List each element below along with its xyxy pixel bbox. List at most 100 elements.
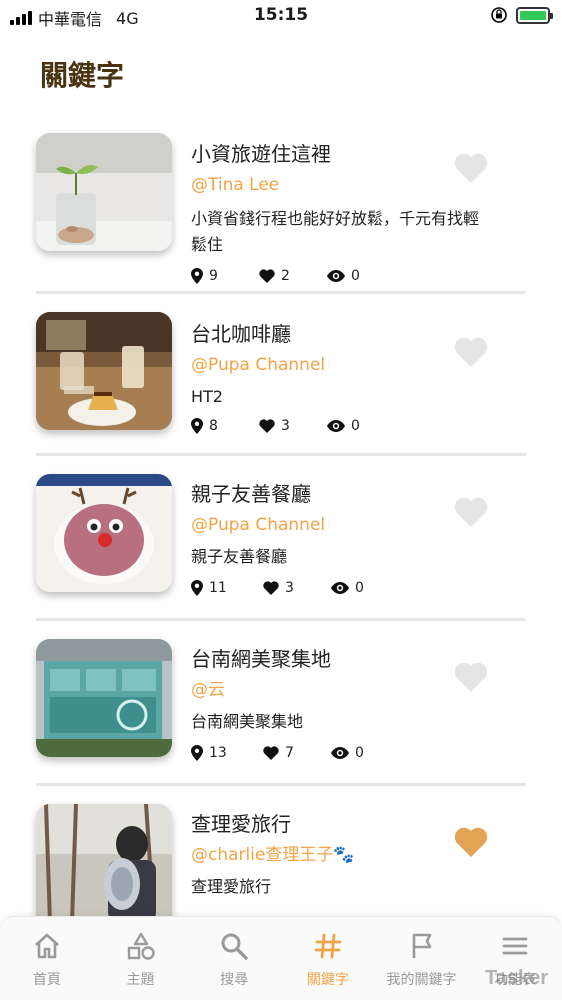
list-item[interactable]: 查理愛旅行 @charlie查理王子🐾 查理愛旅行 xyxy=(36,786,526,916)
views-count: 0 xyxy=(355,580,364,596)
bottom-tab-bar: 首頁 主題 搜尋 關鍵字 我的關鍵字 功能表 Tasker xyxy=(0,916,562,1000)
views-stat: 0 xyxy=(327,418,395,434)
list-item[interactable]: 親子友善餐廳 @Pupa Channel 親子友善餐廳 11 3 0 xyxy=(36,456,526,621)
item-info: 查理愛旅行 @charlie查理王子🐾 查理愛旅行 xyxy=(191,810,491,900)
location-pin-icon xyxy=(191,580,203,596)
page-title: 關鍵字 xyxy=(40,59,125,92)
item-stats: 9 2 0 xyxy=(191,268,491,284)
item-title[interactable]: 查理愛旅行 xyxy=(191,810,491,838)
tab-search[interactable]: 搜尋 xyxy=(187,917,281,1000)
likes-stat: 3 xyxy=(263,580,331,596)
item-title[interactable]: 親子友善餐廳 xyxy=(191,480,491,508)
item-description: 查理愛旅行 xyxy=(191,877,272,896)
views-stat: 0 xyxy=(331,745,399,761)
favorite-heart-icon[interactable] xyxy=(454,152,488,184)
location-pin-icon xyxy=(191,745,203,761)
item-description: 台南網美聚集地 xyxy=(191,712,304,731)
item-author[interactable]: @Tina Lee xyxy=(191,174,491,196)
list-item[interactable]: 台南網美聚集地 @云 台南網美聚集地 13 7 0 xyxy=(36,621,526,786)
list-item[interactable]: 台北咖啡廳 @Pupa Channel HT2 8 3 0 xyxy=(36,294,526,456)
likes-count: 3 xyxy=(281,418,290,434)
item-info: 小資旅遊住這裡 @Tina Lee 小資省錢行程也能好好放鬆，千元有找輕鬆住 9… xyxy=(191,140,491,284)
views-count: 0 xyxy=(351,268,360,284)
likes-count: 7 xyxy=(285,745,294,761)
item-author[interactable]: @Pupa Channel xyxy=(191,514,491,536)
item-stats: 13 7 0 xyxy=(191,745,491,761)
item-info: 台北咖啡廳 @Pupa Channel HT2 8 3 0 xyxy=(191,320,491,434)
views-count: 0 xyxy=(355,745,364,761)
home-icon xyxy=(34,933,59,959)
item-info: 親子友善餐廳 @Pupa Channel 親子友善餐廳 11 3 0 xyxy=(191,480,491,596)
places-count: 11 xyxy=(209,580,227,596)
list-item[interactable]: 小資旅遊住這裡 @Tina Lee 小資省錢行程也能好好放鬆，千元有找輕鬆住 9… xyxy=(36,130,526,294)
views-count: 0 xyxy=(351,418,360,434)
tab-label: 搜尋 xyxy=(220,972,249,988)
eye-icon xyxy=(327,420,345,432)
tab-label: 首頁 xyxy=(32,972,61,988)
eye-icon xyxy=(327,270,345,282)
tab-label: 我的關鍵字 xyxy=(386,972,457,988)
tab-my-keywords[interactable]: 我的關鍵字 xyxy=(375,917,469,1000)
tab-topics[interactable]: 主題 xyxy=(94,917,188,1000)
views-stat: 0 xyxy=(327,268,395,284)
likes-stat: 2 xyxy=(259,268,327,284)
places-stat: 8 xyxy=(191,418,259,434)
orientation-lock-icon xyxy=(491,7,507,23)
menu-icon xyxy=(502,937,528,955)
location-pin-icon xyxy=(191,418,203,434)
item-description: HT2 xyxy=(191,387,223,406)
likes-count: 2 xyxy=(281,268,290,284)
tab-home[interactable]: 首頁 xyxy=(0,917,94,1000)
eye-icon xyxy=(331,747,349,759)
item-stats: 8 3 0 xyxy=(191,418,491,434)
heart-icon xyxy=(263,746,279,760)
item-title[interactable]: 台南網美聚集地 xyxy=(191,645,491,673)
places-stat: 13 xyxy=(191,745,263,761)
thumbnail-image[interactable] xyxy=(36,474,172,592)
flag-icon xyxy=(412,933,431,958)
favorite-heart-icon[interactable] xyxy=(454,496,488,528)
views-stat: 0 xyxy=(331,580,399,596)
search-icon xyxy=(221,933,248,960)
heart-icon xyxy=(263,581,279,595)
likes-stat: 3 xyxy=(259,418,327,434)
item-title[interactable]: 小資旅遊住這裡 xyxy=(191,140,491,168)
status-bar: 中華電信 4G 15:15 xyxy=(0,0,562,32)
item-author[interactable]: @云 xyxy=(191,679,491,701)
thumbnail-image[interactable] xyxy=(36,312,172,430)
places-stat: 9 xyxy=(191,268,259,284)
hashtag-icon xyxy=(314,933,342,959)
watermark-text: Tasker xyxy=(484,967,548,989)
item-author[interactable]: @charlie查理王子🐾 xyxy=(191,844,491,866)
places-count: 8 xyxy=(209,418,218,434)
tab-label: 關鍵字 xyxy=(306,972,349,988)
status-right xyxy=(490,6,553,24)
keyword-list: 小資旅遊住這裡 @Tina Lee 小資省錢行程也能好好放鬆，千元有找輕鬆住 9… xyxy=(36,130,526,916)
thumbnail-image[interactable] xyxy=(36,639,172,757)
item-title[interactable]: 台北咖啡廳 xyxy=(191,320,491,348)
tab-keywords[interactable]: 關鍵字 xyxy=(281,917,375,1000)
item-stats: 11 3 0 xyxy=(191,580,491,596)
favorite-heart-icon[interactable] xyxy=(454,336,488,368)
favorite-heart-icon[interactable] xyxy=(454,826,488,858)
shapes-icon xyxy=(127,932,155,960)
item-description: 親子友善餐廳 xyxy=(191,547,288,566)
tab-label: 主題 xyxy=(126,972,155,988)
item-description: 小資省錢行程也能好好放鬆，千元有找輕鬆住 xyxy=(191,209,480,254)
places-count: 13 xyxy=(209,745,227,761)
item-author[interactable]: @Pupa Channel xyxy=(191,354,491,376)
eye-icon xyxy=(331,582,349,594)
likes-stat: 7 xyxy=(263,745,331,761)
places-stat: 11 xyxy=(191,580,263,596)
battery-icon xyxy=(516,6,553,24)
location-pin-icon xyxy=(191,268,203,284)
thumbnail-image[interactable] xyxy=(36,133,172,251)
likes-count: 3 xyxy=(285,580,294,596)
item-info: 台南網美聚集地 @云 台南網美聚集地 13 7 0 xyxy=(191,645,491,761)
heart-icon xyxy=(259,269,275,283)
favorite-heart-icon[interactable] xyxy=(454,661,488,693)
thumbnail-image[interactable] xyxy=(36,804,172,916)
heart-icon xyxy=(259,419,275,433)
places-count: 9 xyxy=(209,268,218,284)
status-time: 15:15 xyxy=(253,5,309,25)
